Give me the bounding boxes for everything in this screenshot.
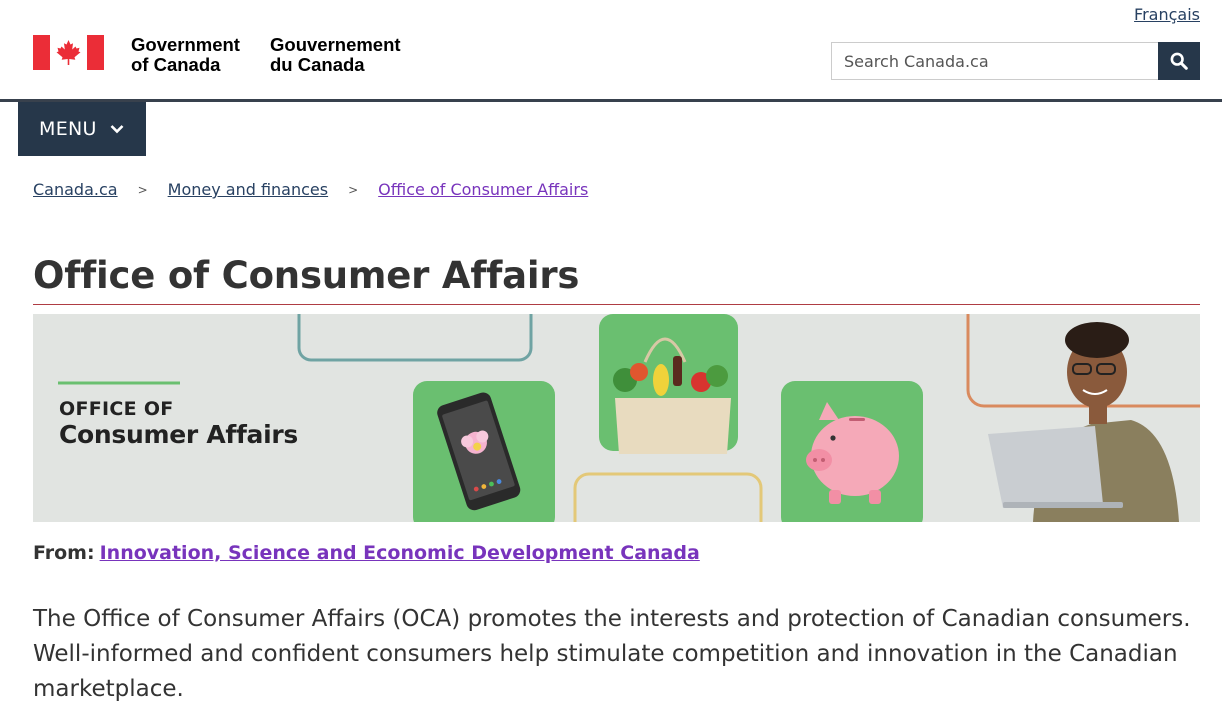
wordmark-english: Government of Canada: [131, 35, 240, 75]
breadcrumb-money-and-finances[interactable]: Money and finances: [168, 180, 328, 199]
from-department-link[interactable]: Innovation, Science and Economic Develop…: [100, 542, 700, 564]
wordmark-en-line1: Government: [131, 34, 240, 55]
piggy-bank-illustration: [781, 381, 923, 522]
search-input[interactable]: [831, 42, 1158, 80]
banner-title-line1: OFFICE OF: [59, 398, 174, 420]
wordmark-french: Gouvernement du Canada: [270, 35, 401, 75]
breadcrumb: Canada.ca > Money and finances > Office …: [33, 180, 588, 199]
from-label: From:: [33, 542, 95, 564]
breadcrumb-separator-icon: >: [348, 182, 359, 197]
menu-label: MENU: [39, 118, 97, 140]
oca-banner-image: OFFICE OF Consumer Affairs: [33, 314, 1200, 522]
banner-title-line2: Consumer Affairs: [59, 420, 298, 449]
breadcrumb-office-of-consumer-affairs[interactable]: Office of Consumer Affairs: [378, 180, 588, 199]
wordmark-fr-line1: Gouvernement: [270, 34, 401, 55]
search-button[interactable]: [1158, 42, 1200, 80]
language-toggle-link[interactable]: Français: [1134, 5, 1200, 24]
government-of-canada-signature[interactable]: Government of Canada Gouvernement du Can…: [33, 35, 401, 75]
site-search: [831, 42, 1200, 80]
chevron-down-icon: [110, 124, 124, 134]
wordmark-fr-line2: du Canada: [270, 54, 365, 75]
banner-illustration: [33, 314, 1200, 522]
breadcrumb-canada-ca[interactable]: Canada.ca: [33, 180, 118, 199]
title-underline: [33, 304, 1200, 305]
intro-paragraph: The Office of Consumer Affairs (OCA) pro…: [33, 606, 1191, 702]
phone-illustration: [413, 381, 555, 522]
grocery-bag-illustration: [599, 314, 738, 454]
page-title: Office of Consumer Affairs: [33, 254, 580, 297]
canada-flag-icon: [33, 35, 104, 70]
menu-button[interactable]: MENU: [18, 102, 146, 156]
search-icon: [1170, 52, 1188, 70]
wordmark-en-line2: of Canada: [131, 54, 221, 75]
from-attribution: From: Innovation, Science and Economic De…: [33, 542, 700, 564]
header-divider: [0, 99, 1222, 102]
breadcrumb-separator-icon: >: [137, 182, 148, 197]
